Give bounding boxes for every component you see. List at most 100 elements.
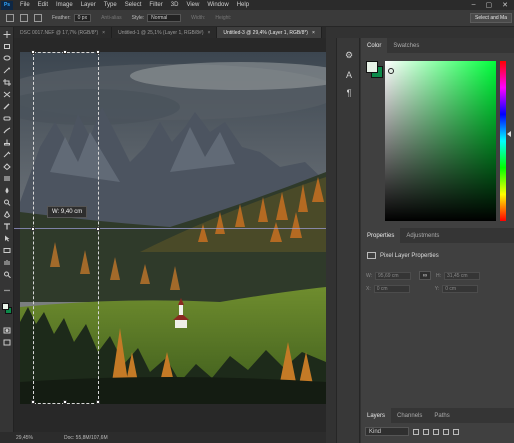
new-selection-icon[interactable]: [20, 14, 28, 22]
zoom-tool-icon[interactable]: [3, 271, 11, 278]
menu-file[interactable]: File: [16, 2, 34, 8]
add-selection-icon[interactable]: [34, 14, 42, 22]
character-panel-icon[interactable]: A: [344, 70, 354, 80]
paragraph-panel-icon[interactable]: ¶: [344, 88, 354, 98]
y-field[interactable]: 0 cm: [442, 285, 479, 293]
crop-tool-icon[interactable]: [3, 79, 11, 86]
gradient-tool-icon[interactable]: [3, 175, 11, 182]
tab-swatches[interactable]: Swatches: [387, 38, 425, 53]
foreground-color-swatch[interactable]: [2, 303, 9, 310]
smart-object-filter-icon[interactable]: [453, 428, 459, 435]
x-field[interactable]: 0 cm: [373, 285, 410, 293]
color-panel-foreground-swatch[interactable]: [366, 61, 378, 73]
width-label: Width:: [191, 15, 206, 21]
hue-slider-handle[interactable]: [507, 131, 511, 137]
dodge-tool-icon[interactable]: [3, 199, 11, 206]
filter-kind-select[interactable]: Kind: [365, 427, 409, 436]
blur-tool-icon[interactable]: [3, 187, 11, 194]
path-selection-tool-icon[interactable]: [3, 235, 11, 242]
style-select[interactable]: Normal: [147, 14, 182, 22]
height-field[interactable]: 31,45 cm: [444, 271, 481, 280]
lasso-tool-icon[interactable]: [3, 55, 11, 62]
menu-type[interactable]: Type: [100, 2, 121, 8]
tab-channels[interactable]: Channels: [391, 408, 428, 423]
pixel-layer-icon: [367, 252, 376, 259]
marquee-selection[interactable]: [31, 50, 100, 404]
canvas-area[interactable]: W: 9,40 cm: [14, 38, 326, 432]
quick-select-tool-icon[interactable]: [3, 67, 11, 74]
transform-handle[interactable]: [31, 50, 35, 54]
properties-panel: Pixel Layer Properties W: 95,69 cm ∞ H: …: [361, 243, 514, 423]
layers-filter-bar: Kind: [365, 427, 459, 436]
transform-handle[interactable]: [96, 50, 100, 54]
tab-close-icon[interactable]: ×: [207, 30, 210, 36]
minimize-icon[interactable]: –: [472, 1, 476, 9]
color-picker-marker[interactable]: [388, 68, 394, 74]
history-panel-icon[interactable]: ⚙: [344, 50, 354, 60]
zoom-level[interactable]: 29,45%: [0, 435, 64, 441]
tab-close-icon[interactable]: ×: [312, 30, 315, 36]
maximize-icon[interactable]: ▢: [486, 1, 493, 9]
close-icon[interactable]: ✕: [502, 1, 508, 9]
transform-handle[interactable]: [63, 400, 67, 404]
screen-mode-icon[interactable]: [3, 339, 11, 346]
menu-window[interactable]: Window: [203, 2, 232, 8]
artboard-tool-icon[interactable]: [3, 43, 11, 50]
width-field[interactable]: 95,69 cm: [375, 271, 412, 280]
tab-adjustments[interactable]: Adjustments: [400, 228, 445, 243]
tab-label: Untitled-1 @ 25,1% (Layer 1, RGB/8#): [118, 29, 204, 36]
document-size[interactable]: Doc: 55,8M/107,6M: [64, 435, 108, 441]
tab-untitled-3[interactable]: Untitled-3 @ 29,4% (Layer 1, RGB/8*) ×: [217, 27, 322, 38]
menu-edit[interactable]: Edit: [34, 2, 52, 8]
transform-handle[interactable]: [96, 400, 100, 404]
type-tool-icon[interactable]: [3, 223, 11, 230]
transform-handle[interactable]: [96, 227, 100, 231]
tab-untitled-1[interactable]: Untitled-1 @ 25,1% (Layer 1, RGB/8#) ×: [112, 27, 218, 38]
brush-tool-icon[interactable]: [3, 127, 11, 134]
pen-tool-icon[interactable]: [3, 211, 11, 218]
tab-properties[interactable]: Properties: [361, 228, 401, 243]
menu-layer[interactable]: Layer: [77, 2, 100, 8]
marquee-options-icon[interactable]: [6, 14, 14, 22]
eraser-tool-icon[interactable]: [3, 163, 11, 170]
tab-close-icon[interactable]: ×: [102, 30, 105, 36]
adjustment-filter-icon[interactable]: [423, 428, 429, 435]
clone-stamp-tool-icon[interactable]: [3, 139, 11, 146]
shape-filter-icon[interactable]: [443, 428, 449, 435]
menu-select[interactable]: Select: [121, 2, 146, 8]
hand-tool-icon[interactable]: [3, 259, 11, 266]
transform-handle[interactable]: [31, 227, 35, 231]
tab-layers[interactable]: Layers: [361, 408, 392, 423]
transform-handle[interactable]: [31, 400, 35, 404]
feather-input[interactable]: 0 px: [73, 14, 92, 22]
eyedropper-tool-icon[interactable]: [3, 103, 11, 110]
link-icon[interactable]: ∞: [419, 271, 432, 280]
transform-handle[interactable]: [63, 50, 67, 54]
rectangle-tool-icon[interactable]: [3, 247, 11, 254]
pixel-filter-icon[interactable]: [413, 428, 419, 435]
tab-paths[interactable]: Paths: [428, 408, 455, 423]
menu-3d[interactable]: 3D: [167, 2, 183, 8]
x-label: X:: [366, 286, 371, 292]
color-picker-field[interactable]: [385, 61, 496, 221]
menu-filter[interactable]: Filter: [145, 2, 166, 8]
photoshop-window: Ps File Edit Image Layer Type Select Fil…: [0, 0, 514, 443]
kind-label: Kind: [369, 428, 382, 435]
history-brush-tool-icon[interactable]: [3, 151, 11, 158]
move-tool-icon[interactable]: [3, 31, 11, 38]
quick-mask-icon[interactable]: [3, 327, 11, 334]
frame-tool-icon[interactable]: [3, 91, 11, 98]
tab-color[interactable]: Color: [361, 38, 388, 53]
healing-brush-tool-icon[interactable]: [3, 115, 11, 122]
menu-image[interactable]: Image: [52, 2, 77, 8]
antialias-label[interactable]: Anti-alias: [101, 15, 122, 21]
y-label: Y:: [434, 286, 440, 292]
tab-dsc0017[interactable]: DSC 0017.NEF @ 17,7% (RGB/8*) ×: [14, 27, 113, 38]
menu-help[interactable]: Help: [233, 2, 253, 8]
more-tools-icon[interactable]: [3, 287, 11, 294]
hue-slider[interactable]: [500, 61, 506, 221]
menu-view[interactable]: View: [182, 2, 203, 8]
select-and-mask-button[interactable]: Select and Ma: [470, 13, 512, 23]
type-filter-icon[interactable]: [433, 428, 439, 435]
style-label: Style:: [131, 15, 145, 21]
